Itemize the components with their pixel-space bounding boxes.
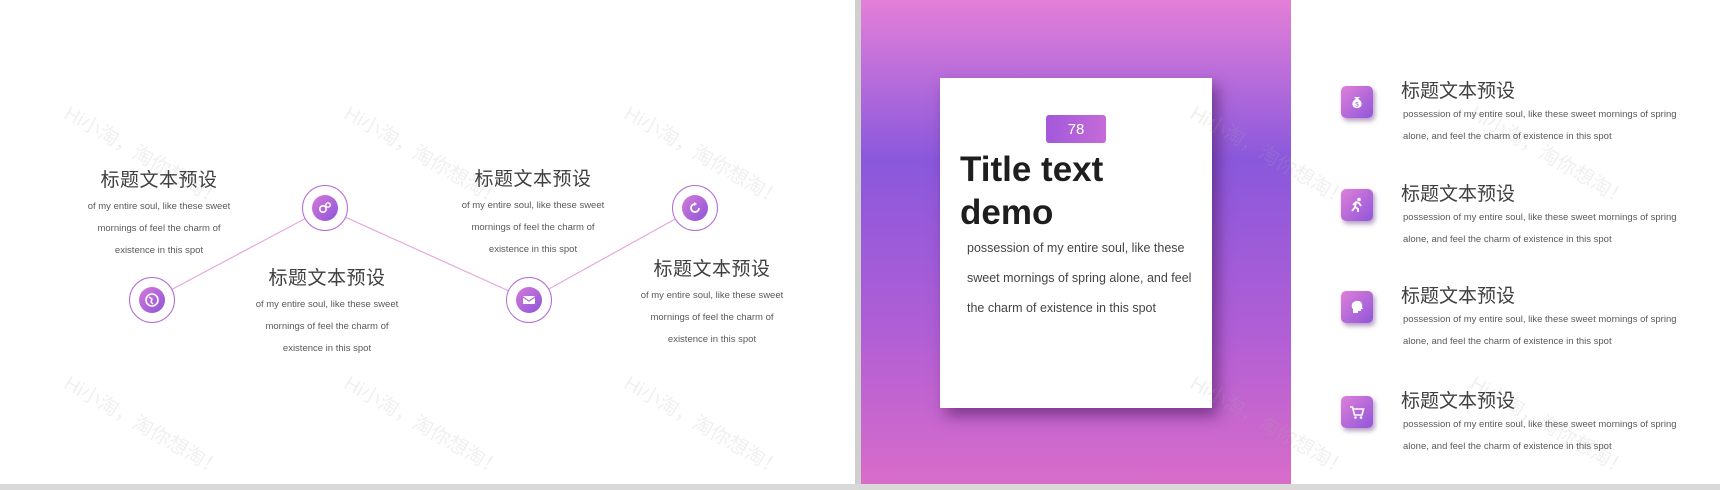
feature-item-4: 标题文本预设 possession of my entire soul, lik…: [1341, 391, 1701, 472]
step-text: of my entire soul, like these sweet morn…: [640, 290, 784, 345]
runner-icon: [1341, 189, 1373, 221]
item-text: possession of my entire soul, like these…: [1403, 109, 1677, 142]
number-badge: 78: [1046, 115, 1106, 143]
step-text: of my entire soul, like these sweet morn…: [461, 200, 605, 255]
item-text: possession of my entire soul, like these…: [1403, 314, 1677, 347]
envelope-icon: [516, 287, 542, 313]
item-title: 标题文本预设: [1401, 81, 1516, 102]
feature-item-2: 标题文本预设 possession of my entire soul, lik…: [1341, 184, 1701, 265]
right-slide: 78 Title text demo possession of my enti…: [861, 0, 1720, 484]
feature-item-3: 标题文本预设 possession of my entire soul, lik…: [1341, 286, 1701, 367]
card-title: Title text demo: [960, 150, 1104, 232]
gradient-panel: 78 Title text demo possession of my enti…: [861, 0, 1291, 484]
step-text: of my entire soul, like these sweet morn…: [87, 201, 231, 256]
cart-icon: [1341, 396, 1373, 428]
left-slide: Hi小淘，淘你想淘！ Hi小淘，淘你想淘！ Hi小淘，淘你想淘！ Hi小淘，淘你…: [0, 0, 855, 484]
step-block-3: 标题文本预设 of my entire soul, like these swe…: [453, 164, 613, 261]
title-card: 78 Title text demo possession of my enti…: [940, 78, 1212, 408]
refresh-node: [672, 185, 718, 231]
globe-node: [129, 277, 175, 323]
item-text: possession of my entire soul, like these…: [1403, 419, 1677, 452]
feature-item-1: $ 标题文本预设 possession of my entire soul, l…: [1341, 81, 1701, 162]
item-title: 标题文本预设: [1401, 391, 1516, 412]
step-text: of my entire soul, like these sweet morn…: [255, 299, 399, 354]
item-title: 标题文本预设: [1401, 184, 1516, 205]
step-title: 标题文本预设: [653, 259, 771, 280]
money-bag-icon: $: [1341, 86, 1373, 118]
step-title: 标题文本预设: [268, 268, 386, 289]
item-text: possession of my entire soul, like these…: [1403, 212, 1677, 245]
item-title: 标题文本预设: [1401, 286, 1516, 307]
globe-icon: [139, 287, 165, 313]
step-block-4: 标题文本预设 of my entire soul, like these swe…: [632, 254, 792, 351]
step-title: 标题文本预设: [474, 169, 592, 190]
step-title: 标题文本预设: [100, 170, 218, 191]
card-body: possession of my entire soul, like these…: [967, 241, 1192, 315]
envelope-node: [506, 277, 552, 323]
refresh-icon: [682, 195, 708, 221]
step-block-1: 标题文本预设 of my entire soul, like these swe…: [79, 165, 239, 262]
step-block-2: 标题文本预设 of my entire soul, like these swe…: [247, 263, 407, 360]
bottom-strip: [0, 484, 1720, 490]
gears-icon: [312, 195, 338, 221]
gears-node: [302, 185, 348, 231]
head-icon: [1341, 291, 1373, 323]
